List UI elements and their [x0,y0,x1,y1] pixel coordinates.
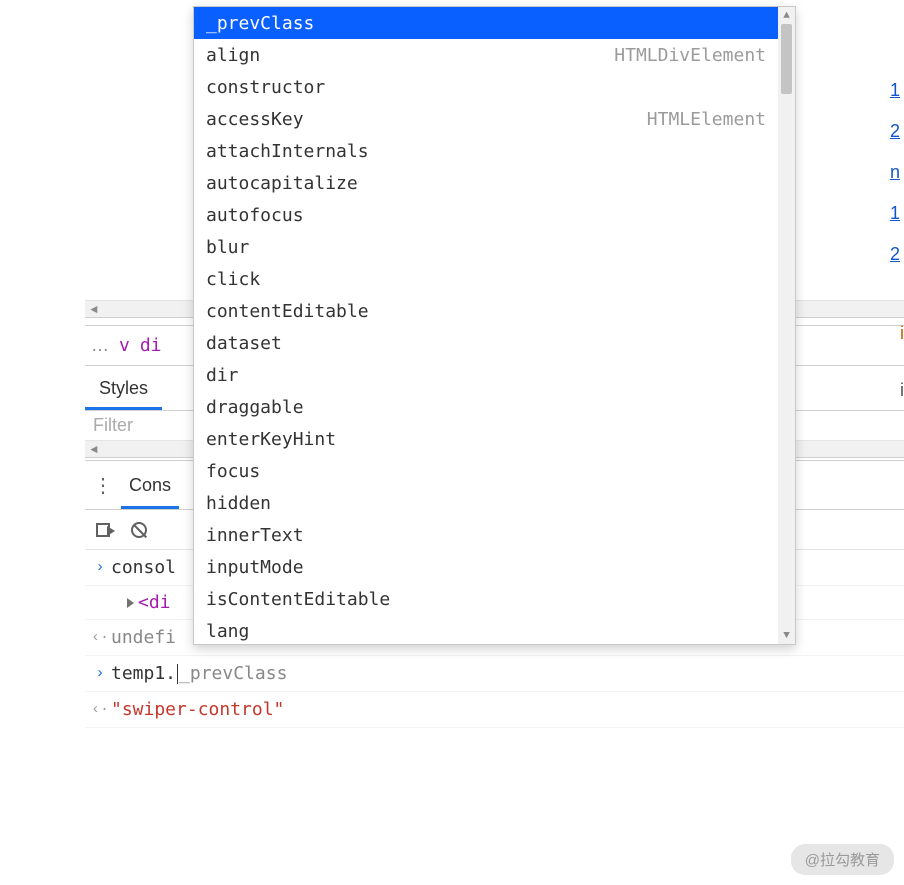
autocomplete-item[interactable]: blur [194,231,778,263]
autocomplete-item[interactable]: innerText [194,519,778,551]
autocomplete-item[interactable]: contentEditable [194,295,778,327]
chevron-right-icon: › [89,559,111,576]
link-fragment[interactable]: 2 [890,121,900,142]
autocomplete-item[interactable]: align HTMLDivElement [194,39,778,71]
scrollbar-track[interactable] [778,24,795,627]
autocomplete-item-label: hidden [206,493,271,514]
autocomplete-item-hint: HTMLDivElement [614,45,766,66]
tab-console[interactable]: Cons [121,461,179,509]
autocomplete-item[interactable]: dataset [194,327,778,359]
autocomplete-item[interactable]: constructor [194,71,778,103]
autocomplete-item-label: _prevClass [206,13,314,34]
console-text: consol [111,557,176,578]
autocomplete-item[interactable]: focus [194,455,778,487]
autocomplete-item[interactable]: inputMode [194,551,778,583]
link-fragment[interactable]: 1 [890,80,900,101]
prompt-ghost: _prevClass [179,663,287,684]
autocomplete-item[interactable]: lang [194,615,778,644]
autocomplete-item[interactable]: accessKey HTMLElement [194,103,778,135]
watermark-badge: @拉勾教育 [791,844,894,875]
partial-text: i [900,380,904,401]
chevron-left-icon: ‹· [89,629,111,646]
scroll-down-icon[interactable]: ▼ [778,627,795,644]
scrollbar-thumb[interactable] [781,24,792,94]
autocomplete-item-label: autocapitalize [206,173,358,194]
autocomplete-item-label: contentEditable [206,301,369,322]
prompt-typed: temp1. [111,663,176,684]
autocomplete-item[interactable]: autofocus [194,199,778,231]
autocomplete-item[interactable]: hidden [194,487,778,519]
autocomplete-item-label: dir [206,365,239,386]
autocomplete-item-label: isContentEditable [206,589,390,610]
autocomplete-item-label: accessKey [206,109,304,130]
scroll-up-icon[interactable]: ▲ [778,7,795,24]
link-fragment[interactable]: 2 [890,244,900,265]
autocomplete-item[interactable]: dir [194,359,778,391]
autocomplete-item[interactable]: attachInternals [194,135,778,167]
scroll-left-icon[interactable]: ◄ [85,441,103,459]
autocomplete-item-label: click [206,269,260,290]
autocomplete-item-label: align [206,45,260,66]
text-caret [177,664,178,684]
autocomplete-item[interactable]: _prevClass [194,7,778,39]
drawer-menu-icon[interactable]: ⋮ [85,473,121,498]
autocomplete-item-label: dataset [206,333,282,354]
source-link-fragments: 1 2 n 1 2 [886,80,904,265]
autocomplete-item-label: enterKeyHint [206,429,336,450]
autocomplete-item[interactable]: enterKeyHint [194,423,778,455]
autocomplete-popup: _prevClassalign HTMLDivElement constructor… [193,6,796,645]
breadcrumb-overflow[interactable]: … [91,335,109,356]
autocomplete-item[interactable]: autocapitalize [194,167,778,199]
autocomplete-item-label: attachInternals [206,141,369,162]
expand-triangle-icon[interactable] [127,598,134,608]
autocomplete-item-label: autofocus [206,205,304,226]
link-fragment[interactable]: 1 [890,203,900,224]
chevron-right-icon: › [89,665,111,682]
element-tag: <di [138,592,171,613]
tab-styles[interactable]: Styles [85,368,162,410]
clear-console-button[interactable] [121,510,157,550]
console-output-row: ‹· "swiper-control" [85,692,904,728]
autocomplete-item-label: draggable [206,397,304,418]
breadcrumb-segment[interactable]: v [119,335,130,356]
play-icon [96,523,110,537]
autocomplete-item-label: inputMode [206,557,304,578]
autocomplete-item-label: blur [206,237,249,258]
scroll-left-icon[interactable]: ◄ [85,301,103,319]
autocomplete-item[interactable]: click [194,263,778,295]
partial-text: i [900,323,904,344]
console-text: undefi [111,627,176,648]
autocomplete-item-label: constructor [206,77,325,98]
link-fragment[interactable]: n [890,162,900,183]
console-prompt-row[interactable]: › temp1. _prevClass [85,656,904,692]
autocomplete-item[interactable]: isContentEditable [194,583,778,615]
chevron-left-icon: ‹· [89,701,111,718]
autocomplete-item-label: lang [206,621,249,642]
clear-icon [131,522,147,538]
autocomplete-item[interactable]: draggable [194,391,778,423]
autocomplete-vertical-scrollbar[interactable]: ▲ ▼ [778,7,795,644]
autocomplete-item-label: focus [206,461,260,482]
console-result-string: "swiper-control" [111,699,284,720]
autocomplete-item-hint: HTMLElement [647,109,766,130]
toggle-sidebar-button[interactable] [85,510,121,550]
autocomplete-item-label: innerText [206,525,304,546]
autocomplete-list[interactable]: _prevClassalign HTMLDivElement constructor… [194,7,778,644]
breadcrumb-segment[interactable]: di [140,335,162,356]
